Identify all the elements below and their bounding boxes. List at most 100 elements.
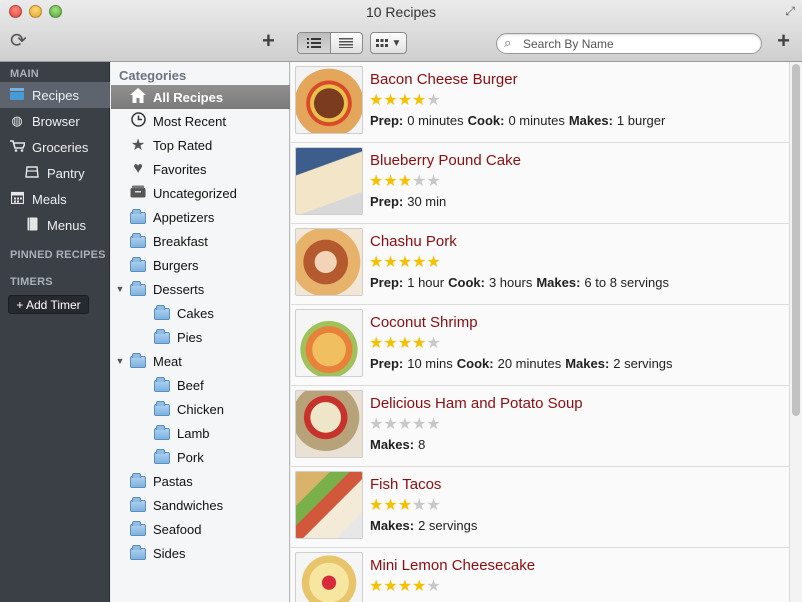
sidebar-header-pinned: PINNED RECIPES: [10, 249, 106, 261]
star-filled-icon[interactable]: ★: [398, 497, 412, 514]
star-empty-icon[interactable]: ★: [426, 578, 440, 595]
star-filled-icon[interactable]: ★: [369, 497, 383, 514]
category-seafood[interactable]: Seafood: [111, 517, 290, 541]
add-timer-button[interactable]: + Add Timer: [8, 295, 89, 314]
star-filled-icon[interactable]: ★: [369, 578, 383, 595]
star-filled-icon[interactable]: ★: [383, 578, 397, 595]
recipe-rating[interactable]: ★★★★★: [369, 254, 441, 272]
folder-icon: [129, 545, 147, 561]
tray-icon: [129, 185, 147, 201]
star-filled-icon[interactable]: ★: [383, 92, 397, 109]
sync-icon[interactable]: ⟳: [10, 31, 27, 51]
sidebar-item-meals[interactable]: Meals: [0, 186, 110, 212]
recipe-row[interactable]: Bacon Cheese Burger ★★★★★ Prep: 0 minutes Co…: [291, 62, 789, 143]
recipe-rating[interactable]: ★★★★★: [369, 578, 441, 596]
detail-view-icon[interactable]: [331, 33, 363, 53]
category-favorites[interactable]: ♥ Favorites: [111, 157, 290, 181]
fullscreen-icon[interactable]: ⤢: [785, 4, 795, 19]
recipe-makes-value: 2 servings: [613, 356, 673, 371]
star-filled-icon[interactable]: ★: [426, 254, 440, 271]
star-filled-icon[interactable]: ★: [398, 173, 412, 190]
category-pork[interactable]: Pork: [111, 445, 290, 469]
category-sides[interactable]: Sides: [111, 541, 290, 565]
recipe-row[interactable]: Chashu Pork ★★★★★ Prep: 1 hour Cook: 3 hours M…: [291, 224, 789, 305]
categories-panel: Categories All Recipes Most Recent ★ Top…: [111, 62, 290, 602]
category-top-rated[interactable]: ★ Top Rated: [111, 133, 290, 157]
sidebar-item-menus[interactable]: Menus: [0, 212, 110, 238]
recipe-cook-value: 3 hours: [488, 275, 533, 290]
recipe-row[interactable]: Coconut Shrimp ★★★★★ Prep: 10 mins Cook: 20 m…: [291, 305, 789, 386]
category-cakes[interactable]: Cakes: [111, 301, 290, 325]
category-all-recipes[interactable]: All Recipes: [111, 85, 290, 109]
recipe-row[interactable]: Delicious Ham and Potato Soup ★★★★★ Makes:…: [291, 386, 789, 467]
category-meat[interactable]: ▼ Meat: [111, 349, 290, 373]
star-empty-icon[interactable]: ★: [426, 92, 440, 109]
star-filled-icon[interactable]: ★: [412, 254, 426, 271]
category-uncategorized[interactable]: Uncategorized: [111, 181, 290, 205]
star-empty-icon[interactable]: ★: [369, 416, 383, 433]
category-burgers[interactable]: Burgers: [111, 253, 290, 277]
sidebar-item-groceries[interactable]: Groceries: [0, 134, 110, 160]
category-most-recent[interactable]: Most Recent: [111, 109, 290, 133]
recipe-row[interactable]: Fish Tacos ★★★★★ Makes: 2 servings: [291, 467, 789, 548]
category-breakfast[interactable]: Breakfast: [111, 229, 290, 253]
category-beef[interactable]: Beef: [111, 373, 290, 397]
recipe-row[interactable]: Mini Lemon Cheesecake ★★★★★: [291, 548, 789, 602]
title-bar: 10 Recipes ⤢ ⟳ + ▼ ⌕ +: [0, 0, 802, 62]
sidebar-item-browser[interactable]: ◍ Browser: [0, 108, 110, 134]
recipe-rating[interactable]: ★★★★★: [369, 497, 441, 515]
star-empty-icon[interactable]: ★: [426, 335, 440, 352]
star-empty-icon[interactable]: ★: [383, 416, 397, 433]
star-filled-icon[interactable]: ★: [398, 335, 412, 352]
add-recipe-button[interactable]: +: [777, 30, 790, 52]
recipe-makes-value: 8: [418, 437, 426, 452]
category-chicken[interactable]: Chicken: [111, 397, 290, 421]
star-filled-icon[interactable]: ★: [383, 335, 397, 352]
category-label: Uncategorized: [153, 185, 237, 201]
star-filled-icon[interactable]: ★: [412, 92, 426, 109]
star-filled-icon[interactable]: ★: [398, 92, 412, 109]
category-lamb[interactable]: Lamb: [111, 421, 290, 445]
category-pastas[interactable]: Pastas: [111, 469, 290, 493]
recipe-list-scrollbar[interactable]: [789, 62, 802, 602]
recipe-row[interactable]: Blueberry Pound Cake ★★★★★ Prep: 30 min: [291, 143, 789, 224]
star-empty-icon[interactable]: ★: [426, 416, 440, 433]
star-filled-icon[interactable]: ★: [412, 335, 426, 352]
category-desserts[interactable]: ▼ Desserts: [111, 277, 290, 301]
recipe-rating[interactable]: ★★★★★: [369, 92, 441, 110]
star-empty-icon[interactable]: ★: [412, 497, 426, 514]
star-empty-icon[interactable]: ★: [412, 416, 426, 433]
recipe-meta: Prep: 1 hour Cook: 3 hours Makes: 6 to 8 serv…: [370, 275, 673, 290]
add-category-button[interactable]: +: [262, 30, 275, 52]
search-input[interactable]: [523, 36, 753, 52]
star-empty-icon[interactable]: ★: [426, 497, 440, 514]
star-filled-icon[interactable]: ★: [398, 578, 412, 595]
recipe-meta: Makes: 2 servings: [370, 518, 481, 533]
disclosure-triangle-icon[interactable]: ▼: [115, 284, 125, 294]
list-view-icon[interactable]: [298, 33, 331, 53]
star-empty-icon[interactable]: ★: [398, 416, 412, 433]
category-appetizers[interactable]: Appetizers: [111, 205, 290, 229]
star-filled-icon[interactable]: ★: [383, 254, 397, 271]
recipe-rating[interactable]: ★★★★★: [369, 416, 441, 434]
star-filled-icon[interactable]: ★: [412, 578, 426, 595]
category-sandwiches[interactable]: Sandwiches: [111, 493, 290, 517]
recipe-rating[interactable]: ★★★★★: [369, 335, 441, 353]
star-filled-icon[interactable]: ★: [369, 254, 383, 271]
folder-icon: [153, 401, 171, 417]
disclosure-triangle-icon[interactable]: ▼: [115, 356, 125, 366]
sidebar-item-pantry[interactable]: Pantry: [0, 160, 110, 186]
star-empty-icon[interactable]: ★: [426, 173, 440, 190]
scrollbar-thumb[interactable]: [792, 64, 800, 416]
star-filled-icon[interactable]: ★: [369, 335, 383, 352]
grid-view-dropdown[interactable]: ▼: [370, 32, 407, 54]
star-empty-icon[interactable]: ★: [412, 173, 426, 190]
recipe-rating[interactable]: ★★★★★: [369, 173, 441, 191]
star-filled-icon[interactable]: ★: [369, 92, 383, 109]
category-pies[interactable]: Pies: [111, 325, 290, 349]
star-filled-icon[interactable]: ★: [398, 254, 412, 271]
star-filled-icon[interactable]: ★: [383, 497, 397, 514]
star-filled-icon[interactable]: ★: [369, 173, 383, 190]
sidebar-item-recipes[interactable]: Recipes: [0, 82, 110, 108]
star-filled-icon[interactable]: ★: [383, 173, 397, 190]
